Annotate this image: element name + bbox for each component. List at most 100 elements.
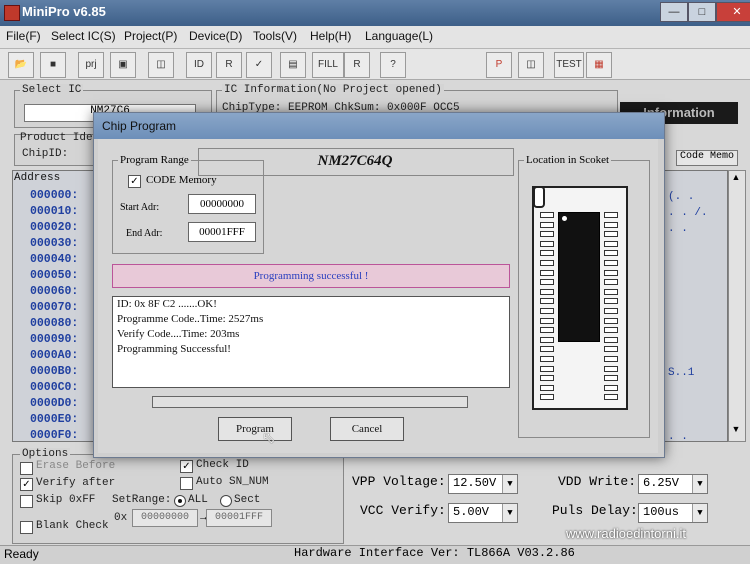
read-chip-icon[interactable]: R — [344, 52, 370, 78]
close-button[interactable]: ✕ — [716, 2, 750, 22]
help-icon[interactable]: ? — [380, 52, 406, 78]
socket-pin — [540, 327, 554, 334]
ascii-cell: . . — [668, 223, 688, 235]
window-title: MiniPro v6.85 — [22, 4, 106, 19]
ascii-cell: . . /. — [668, 207, 708, 219]
test-icon[interactable]: TEST — [554, 52, 584, 78]
vcc-select[interactable]: 5.00V ▼ — [448, 503, 518, 523]
menu-help[interactable]: Help(H) — [310, 29, 351, 43]
code-memory-checkbox[interactable]: ✓ — [128, 175, 141, 188]
blank-check-label: Blank Check — [36, 520, 109, 532]
minimize-button[interactable]: — — [660, 2, 688, 22]
socket-pin — [604, 308, 618, 314]
address-row: 0000C0: — [30, 381, 79, 394]
range-sect-label: Sect — [234, 494, 261, 506]
open-project-icon[interactable]: prj — [78, 52, 104, 78]
watermark: www.radioedintorni.it — [566, 526, 686, 541]
program-log: ID: 0x 8F C2 .......OK! Programme Code..… — [112, 296, 510, 388]
socket-pin — [540, 308, 554, 314]
socket-pin — [604, 250, 618, 257]
product-ident-legend: Product Iden — [20, 132, 100, 144]
end-adr-field[interactable]: 00001FFF — [188, 222, 256, 242]
menu-language[interactable]: Language(L) — [365, 29, 433, 43]
fill-icon[interactable]: FILL — [312, 52, 344, 78]
address-row: 0000F0: — [30, 429, 79, 442]
socket-pin — [604, 356, 618, 362]
socket-pin — [604, 375, 618, 382]
socket-pin — [604, 231, 618, 238]
check-id-checkbox[interactable]: ✓ — [180, 460, 193, 473]
chevron-down-icon: ▼ — [692, 475, 707, 493]
vpp-select[interactable]: 12.50V ▼ — [448, 474, 518, 494]
app-icon — [4, 5, 20, 21]
maximize-button[interactable]: □ — [688, 2, 716, 22]
socket-pin — [604, 221, 618, 228]
menu-device[interactable]: Device(D) — [189, 29, 242, 43]
chevron-down-icon: ▼ — [502, 475, 517, 493]
title-bar: MiniPro v6.85 — □ ✕ — [0, 0, 750, 26]
vdd-value: 6.25V — [643, 476, 680, 490]
select-ic-legend: Select IC — [20, 84, 84, 96]
program-button[interactable]: Program — [218, 417, 292, 441]
blank-check-icon[interactable]: ▤ — [280, 52, 306, 78]
open-file-icon[interactable]: 📂 — [8, 52, 34, 78]
ascii-cell: (. . — [668, 191, 695, 203]
address-row: 0000A0: — [30, 349, 79, 362]
scroll-up-icon[interactable]: ▲ — [729, 172, 743, 186]
vcc-value: 5.00V — [453, 505, 490, 519]
menu-tools[interactable]: Tools(V) — [253, 29, 297, 43]
program-range-legend: Program Range — [118, 154, 191, 166]
menu-project[interactable]: Project(P) — [124, 29, 177, 43]
hex-scrollbar[interactable] — [728, 170, 746, 442]
socket-pin — [604, 212, 618, 218]
options-icon[interactable]: ◫ — [518, 52, 544, 78]
socket-pin — [604, 260, 618, 266]
socket-pin — [540, 317, 554, 324]
socket-pin — [604, 365, 618, 372]
range-all-label: ALL — [188, 494, 208, 506]
fill-label: FILL — [317, 59, 338, 70]
puls-select[interactable]: 100us ▼ — [638, 503, 708, 523]
range-sect-radio[interactable] — [220, 495, 232, 507]
socket-pin — [604, 346, 618, 353]
vdd-select[interactable]: 6.25V ▼ — [638, 474, 708, 494]
read-id-icon[interactable]: ID — [186, 52, 212, 78]
ic-test-icon[interactable]: ▦ — [586, 52, 612, 78]
menu-file[interactable]: File(F) — [6, 29, 41, 43]
address-row: 000040: — [30, 253, 79, 266]
socket-pin — [540, 269, 554, 276]
blank-check-checkbox[interactable] — [20, 521, 33, 534]
cancel-button[interactable]: Cancel — [330, 417, 404, 441]
socket-pin — [604, 298, 618, 305]
vdd-label: VDD Write: — [558, 474, 637, 489]
range-all-radio[interactable] — [174, 495, 186, 507]
scroll-down-icon[interactable]: ▼ — [729, 424, 743, 438]
set-range-label: SetRange: — [112, 494, 172, 506]
skip-0xff-checkbox[interactable] — [20, 495, 33, 508]
save-project-icon[interactable]: ▣ — [110, 52, 136, 78]
erase-before-checkbox[interactable] — [20, 462, 33, 475]
verify-icon[interactable]: ✓ — [246, 52, 272, 78]
code-memo-tab[interactable]: Code Memo — [676, 150, 738, 166]
socket-pin — [540, 288, 554, 295]
program-icon[interactable]: P — [486, 52, 512, 78]
address-row: 0000E0: — [30, 413, 79, 426]
save-icon[interactable]: ■ — [40, 52, 66, 78]
menu-select-ic[interactable]: Select IC(S) — [51, 29, 116, 43]
vpp-value: 12.50V — [453, 476, 497, 490]
read-icon[interactable]: R — [216, 52, 242, 78]
log-line: Programming Successful! — [117, 343, 231, 355]
auto-sn-num-checkbox[interactable] — [180, 477, 193, 490]
socket-pin — [540, 384, 554, 391]
socket-pin — [604, 336, 618, 343]
range-from-field[interactable]: 00000000 — [132, 509, 198, 527]
verify-after-checkbox[interactable]: ✓ — [20, 478, 33, 491]
socket-pin — [604, 327, 618, 334]
hardware-version: Hardware Interface Ver: TL866A V03.2.86 — [294, 546, 575, 560]
chip-icon[interactable]: ◫ — [148, 52, 174, 78]
start-adr-field[interactable]: 00000000 — [188, 194, 256, 214]
range-to-field[interactable]: 00001FFF — [206, 509, 272, 527]
dialog-title: Chip Program — [102, 119, 177, 133]
vcc-label: VCC Verify: — [360, 503, 446, 518]
puls-label: Puls Delay: — [552, 503, 638, 518]
